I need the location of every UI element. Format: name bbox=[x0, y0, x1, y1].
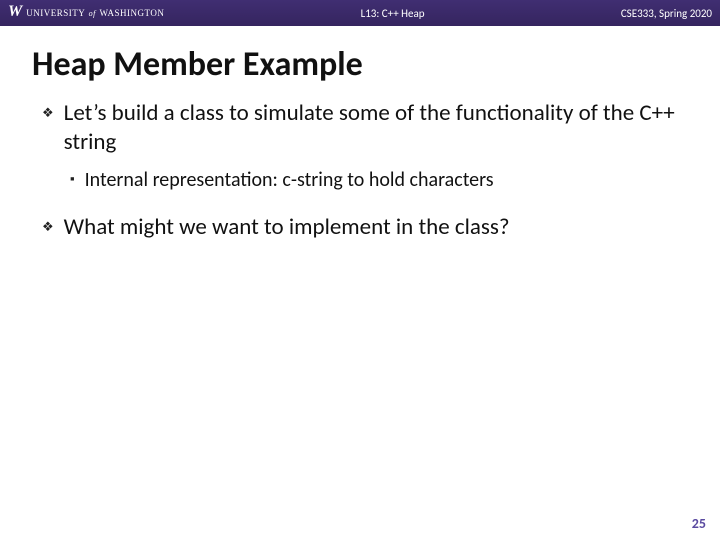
slide-content: ❖ Let’s build a class to simulate some o… bbox=[0, 99, 720, 243]
slide-title: Heap Member Example bbox=[32, 44, 720, 85]
diamond-bullet-icon: ❖ bbox=[40, 213, 54, 243]
univ-prefix: UNIVERSITY bbox=[26, 8, 85, 18]
course-term-label: CSE333, Spring 2020 bbox=[621, 7, 712, 20]
univ-of: of bbox=[89, 9, 96, 18]
square-bullet-icon: ▪ bbox=[70, 167, 75, 193]
bullet-item: ❖ What might we want to implement in the… bbox=[40, 213, 680, 243]
slide: W UNIVERSITY of WASHINGTON L13: C++ Heap… bbox=[0, 0, 720, 540]
lecture-label: L13: C++ Heap bbox=[164, 7, 620, 20]
bullet-text: Let’s build a class to simulate some of … bbox=[64, 99, 680, 157]
page-number: 25 bbox=[692, 515, 706, 532]
university-label: UNIVERSITY of WASHINGTON bbox=[26, 8, 164, 18]
university-brand: W UNIVERSITY of WASHINGTON bbox=[8, 5, 164, 21]
diamond-bullet-icon: ❖ bbox=[40, 99, 54, 129]
bullet-item: ❖ Let’s build a class to simulate some o… bbox=[40, 99, 680, 193]
univ-name: WASHINGTON bbox=[99, 8, 164, 18]
sub-bullet-text: Internal representation: c-string to hol… bbox=[85, 167, 494, 193]
slide-header: W UNIVERSITY of WASHINGTON L13: C++ Heap… bbox=[0, 0, 720, 26]
sub-bullet-item: ▪ Internal representation: c-string to h… bbox=[70, 167, 680, 193]
bullet-text: What might we want to implement in the c… bbox=[64, 213, 510, 242]
uw-logo-icon: W bbox=[8, 4, 22, 20]
